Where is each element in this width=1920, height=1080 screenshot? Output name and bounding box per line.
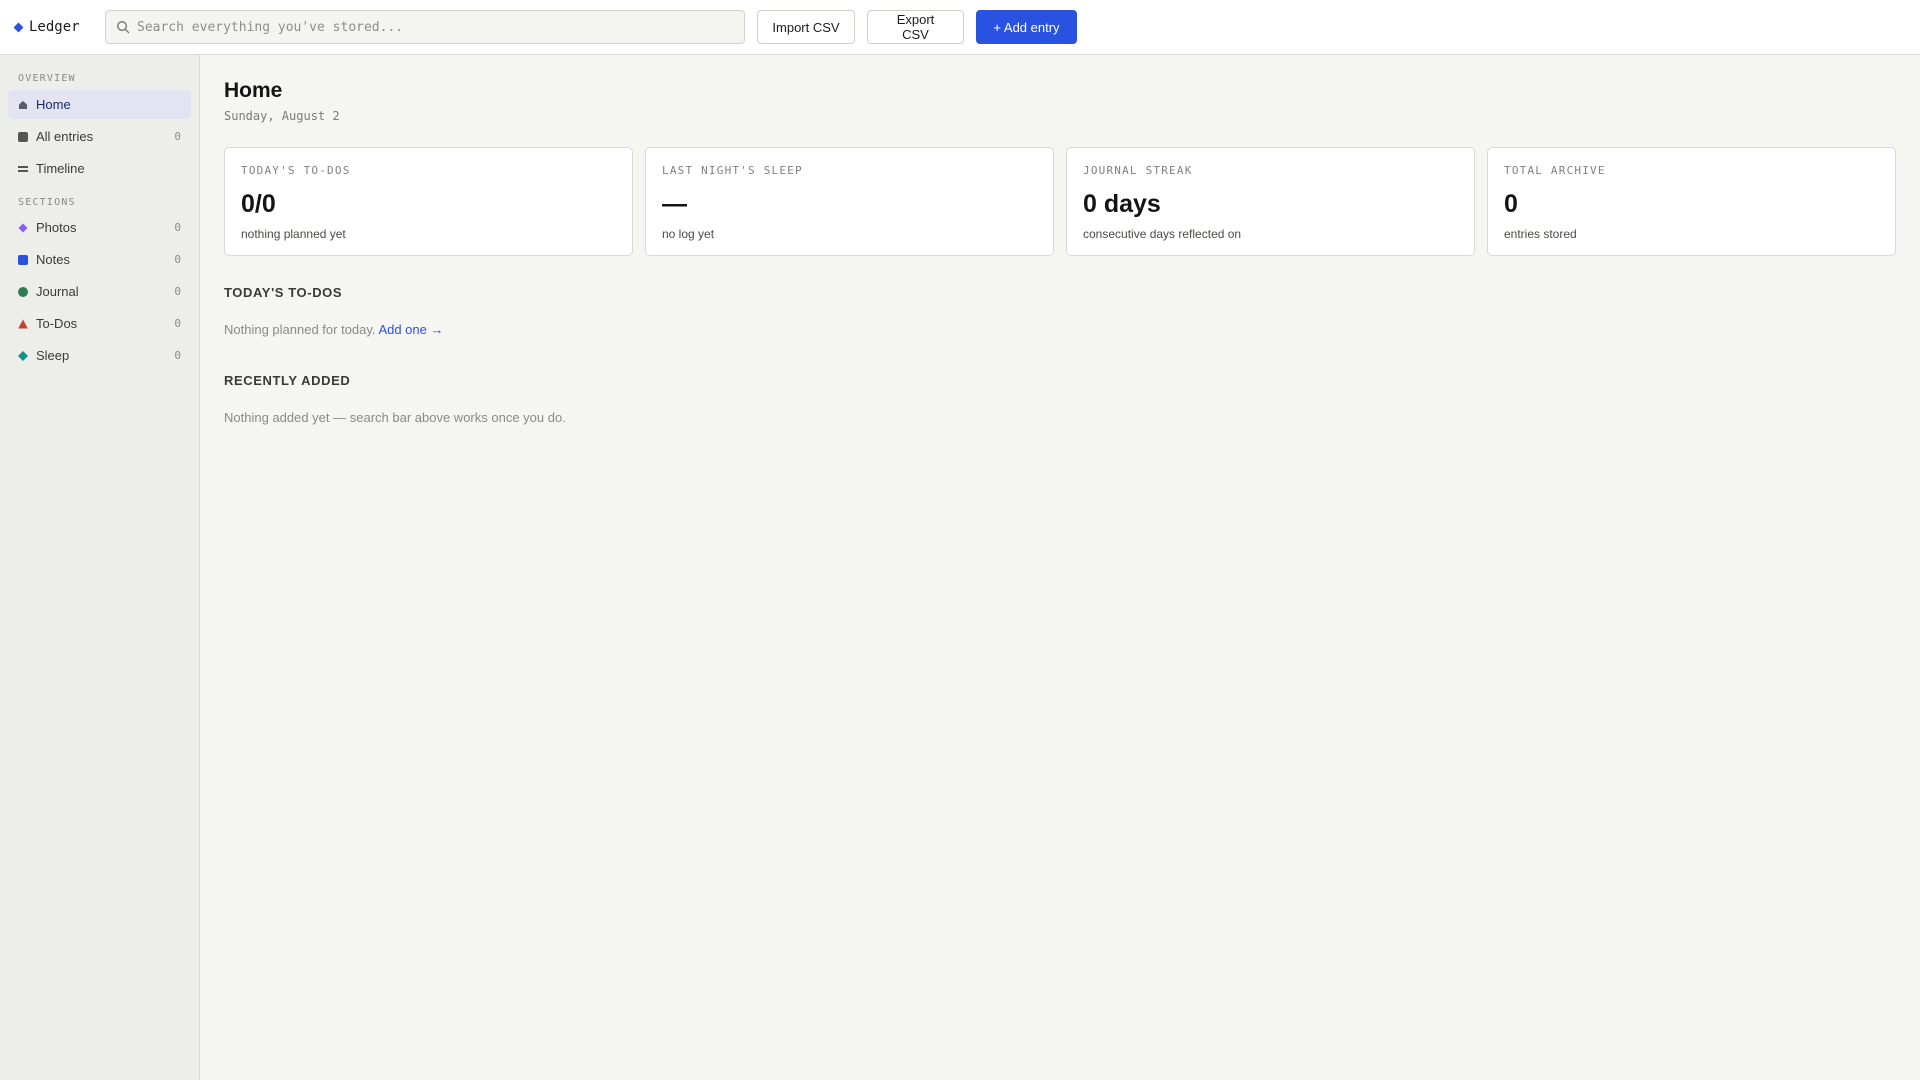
sidebar-heading-sections: SECTIONS [18,197,76,208]
home-icon [19,100,27,109]
card-total-archive[interactable]: TOTAL ARCHIVE 0 entries stored [1487,147,1896,256]
page-date: Sunday, August 2 [224,109,340,123]
sidebar-item-todos[interactable]: To-Dos 0 [8,309,191,338]
card-subtext: no log yet [662,227,715,241]
import-csv-button[interactable]: Import CSV [757,10,855,44]
square-icon [18,131,28,142]
card-subtext: nothing planned yet [241,227,346,241]
recent-empty-message: Nothing added yet — search bar above wor… [224,410,566,425]
diamond-icon [18,350,28,361]
sidebar-item-label: To-Dos [36,316,78,331]
add-todo-link[interactable]: Add one → [378,322,443,337]
sidebar-item-photos[interactable]: Photos 0 [8,213,191,242]
todos-empty-text: Nothing planned for today. [224,322,376,337]
sidebar-item-count: 0 [174,221,181,234]
sidebar-item-count: 0 [174,285,181,298]
sidebar-item-label: Journal [36,284,79,299]
card-todays-todos[interactable]: TODAY'S TO-DOS 0/0 nothing planned yet [224,147,633,256]
card-label: LAST NIGHT'S SLEEP [662,164,803,177]
circle-icon [18,286,28,297]
diamond-icon [18,223,28,232]
sidebar-item-count: 0 [174,130,181,143]
sidebar-item-label: Home [36,97,71,112]
triangle-icon [18,319,28,328]
card-value: 0 days [1083,190,1161,218]
lines-icon [18,165,28,172]
card-label: JOURNAL STREAK [1083,164,1193,177]
add-entry-button[interactable]: + Add entry [976,10,1077,44]
top-bar: Ledger Import CSV Export CSV + Add entry [0,0,1920,55]
sidebar-item-count: 0 [174,317,181,330]
card-value: 0/0 [241,190,276,218]
card-value: 0 [1504,190,1518,218]
sidebar-item-label: Timeline [36,161,85,176]
app-name: Ledger [29,19,80,35]
search-input[interactable] [137,19,717,35]
brand[interactable]: Ledger [13,19,91,35]
card-label: TOTAL ARCHIVE [1504,164,1606,177]
sidebar-item-label: Notes [36,252,70,267]
search-icon [117,21,130,34]
sidebar-item-count: 0 [174,253,181,266]
sidebar-item-label: Photos [36,220,77,235]
card-journal-streak[interactable]: JOURNAL STREAK 0 days consecutive days r… [1066,147,1475,256]
card-value: — [662,190,687,218]
card-subtext: consecutive days reflected on [1083,227,1242,241]
sidebar-item-label: Sleep [36,348,70,363]
export-csv-button[interactable]: Export CSV [867,10,964,44]
card-last-nights-sleep[interactable]: LAST NIGHT'S SLEEP — no log yet [645,147,1054,256]
todos-section-heading: TODAY'S TO-DOS [224,285,343,300]
sidebar-item-sleep[interactable]: Sleep 0 [8,341,191,370]
ledger-logo-icon [13,22,24,32]
sidebar-item-count: 0 [174,349,181,362]
sidebar-item-label: All entries [36,129,94,144]
sidebar-item-notes[interactable]: Notes 0 [8,245,191,274]
sidebar-item-all-entries[interactable]: All entries 0 [8,122,191,151]
square-icon [18,254,28,265]
search-bar[interactable] [105,10,745,44]
todos-empty-message: Nothing planned for today. Add one → [224,322,443,337]
sidebar-heading-overview: OVERVIEW [18,73,76,84]
sidebar-item-home[interactable]: Home [8,90,191,119]
page-title: Home [224,79,283,102]
card-label: TODAY'S TO-DOS [241,164,351,177]
card-subtext: entries stored [1504,227,1577,241]
sidebar-item-journal[interactable]: Journal 0 [8,277,191,306]
sidebar-item-timeline[interactable]: Timeline [8,154,191,183]
sidebar: OVERVIEW Home All entries 0 Timeline SEC… [0,55,200,1080]
recent-section-heading: RECENTLY ADDED [224,373,351,388]
summary-cards: TODAY'S TO-DOS 0/0 nothing planned yet L… [224,147,1896,256]
